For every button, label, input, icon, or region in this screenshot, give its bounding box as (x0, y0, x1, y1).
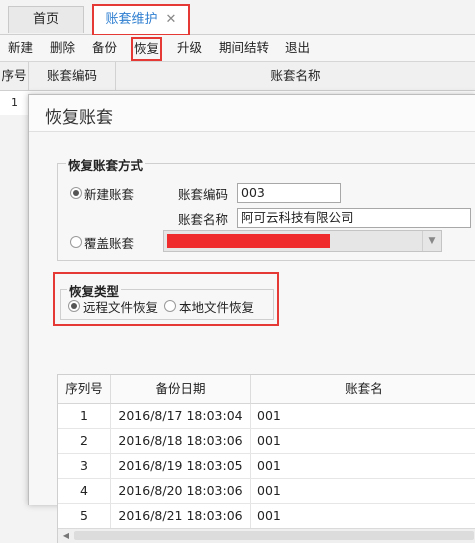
dialog-body: 恢复账套方式 新建账套 账套编码 003 账套名称 阿可云科技有限公司 覆盖账套… (29, 131, 475, 543)
account-code-label: 账套编码 (178, 187, 229, 202)
overwrite-account-select[interactable]: ▼ (163, 230, 442, 252)
backup-button[interactable]: 备份 (92, 39, 117, 57)
cell-serial: 3 (58, 454, 111, 478)
restore-type-highlight (53, 272, 279, 326)
tab-account-maintenance-label: 账套维护 (105, 12, 158, 27)
overwrite-account-radio[interactable] (70, 236, 82, 248)
redacted-value (167, 234, 330, 248)
table-row[interactable]: 5 2016/8/21 18:03:06 001 (58, 504, 475, 528)
horizontal-scrollbar[interactable]: ◀ (58, 528, 475, 543)
table-row[interactable]: 4 2016/8/20 18:03:06 001 (58, 479, 475, 504)
row-index: 1 (11, 96, 18, 109)
grid-col-index: 序号 (0, 62, 29, 90)
exit-button[interactable]: 退出 (285, 39, 310, 57)
chevron-left-icon[interactable]: ◀ (60, 529, 72, 543)
cell-date: 2016/8/20 18:03:06 (111, 479, 251, 503)
table-row[interactable]: 2 2016/8/18 18:03:06 001 (58, 429, 475, 454)
cell-name: 001 (257, 458, 281, 473)
cell-date: 2016/8/21 18:03:06 (111, 504, 251, 528)
tab-bar: 首页 账套维护 ✕ (0, 0, 475, 36)
restore-account-dialog: 恢复账套 恢复账套方式 新建账套 账套编码 003 账套名称 阿可云科技有限公司… (28, 94, 475, 543)
new-account-label: 新建账套 (84, 187, 135, 202)
col-serial: 序列号 (58, 375, 111, 404)
cell-name: 001 (257, 408, 281, 423)
tab-account-maintenance[interactable]: 账套维护 ✕ (92, 4, 190, 36)
account-name-label: 账套名称 (178, 212, 229, 227)
cell-date: 2016/8/19 18:03:05 (111, 454, 251, 478)
col-backup-date: 备份日期 (111, 375, 251, 404)
table-row[interactable]: 3 2016/8/19 18:03:05 001 (58, 454, 475, 479)
dialog-title: 恢复账套 (45, 108, 113, 128)
overwrite-account-label: 覆盖账套 (84, 236, 135, 251)
tab-home-label: 首页 (32, 12, 59, 27)
table-row[interactable]: 1 2016/8/17 18:03:04 001 (58, 404, 475, 429)
chevron-down-icon[interactable]: ▼ (422, 231, 441, 251)
grid-col-code: 账套编码 (29, 62, 116, 90)
backup-table: 序列号 备份日期 账套名 1 2016/8/17 18:03:04 001 2 … (57, 374, 475, 543)
cell-serial: 1 (58, 404, 111, 428)
restore-button[interactable]: 恢复 (131, 37, 163, 61)
new-button[interactable]: 新建 (8, 39, 33, 57)
restore-mode-group: 恢复账套方式 新建账套 账套编码 003 账套名称 阿可云科技有限公司 覆盖账套… (57, 155, 475, 261)
cell-name: 001 (257, 433, 281, 448)
cell-serial: 2 (58, 429, 111, 453)
restore-mode-legend: 恢复账套方式 (66, 155, 146, 174)
upgrade-button[interactable]: 升级 (177, 39, 202, 57)
period-carryover-button[interactable]: 期间结转 (219, 39, 269, 57)
cell-date: 2016/8/18 18:03:06 (111, 429, 251, 453)
col-account-name: 账套名 (251, 375, 475, 404)
cell-name: 001 (257, 508, 281, 523)
account-name-input[interactable]: 阿可云科技有限公司 (237, 208, 471, 228)
delete-button[interactable]: 删除 (50, 39, 75, 57)
cell-date: 2016/8/17 18:03:04 (111, 404, 251, 428)
cell-serial: 4 (58, 479, 111, 503)
tab-home[interactable]: 首页 (8, 6, 84, 33)
cell-serial: 5 (58, 504, 111, 528)
account-code-input[interactable]: 003 (237, 183, 341, 203)
grid-col-name: 账套名称 (270, 68, 321, 83)
scrollbar-thumb[interactable] (74, 531, 474, 540)
close-icon[interactable]: ✕ (166, 12, 177, 27)
new-account-radio[interactable] (70, 187, 82, 199)
cell-name: 001 (257, 483, 281, 498)
account-grid-header: 序号 账套编码 账套名称 (0, 62, 475, 91)
toolbar: 新建 删除 备份 恢复 升级 期间结转 退出 (0, 35, 475, 62)
